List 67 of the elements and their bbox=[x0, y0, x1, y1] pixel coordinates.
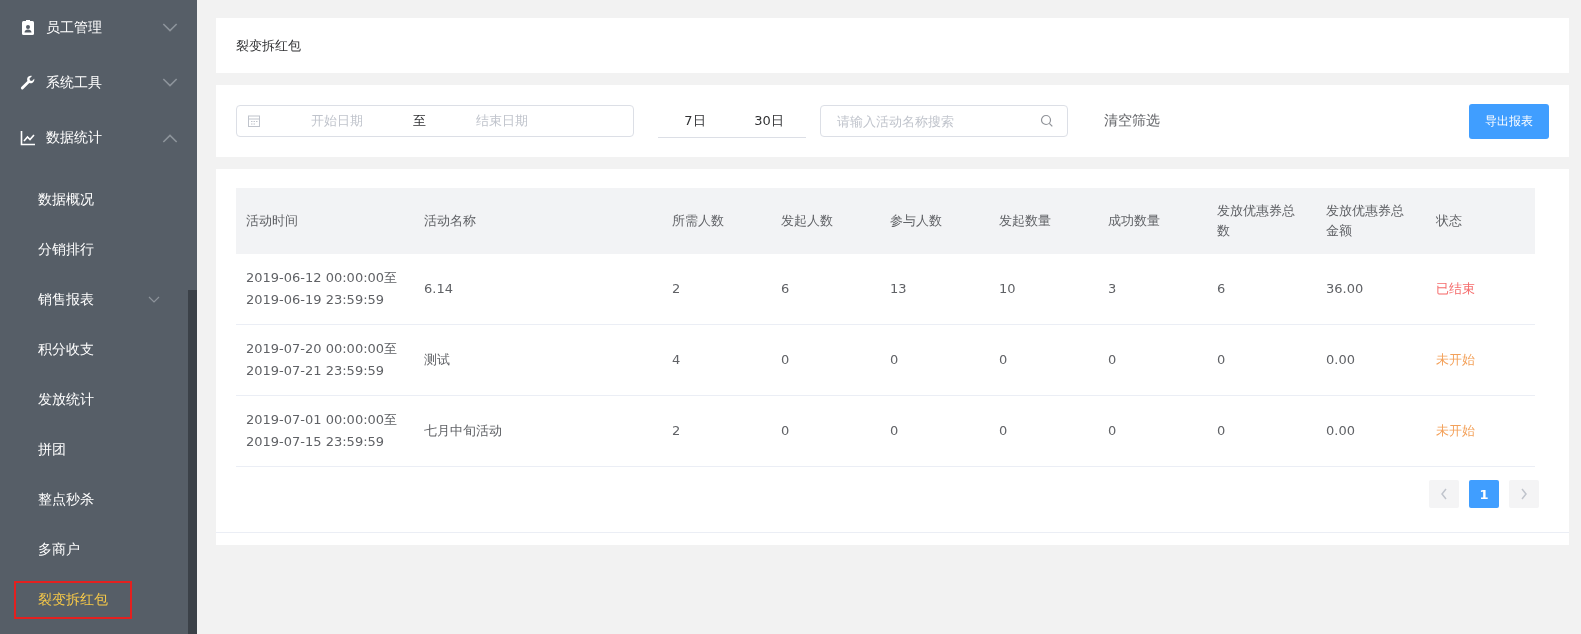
table-cell: 测试 bbox=[414, 324, 662, 396]
column-header: 发放优惠券总金额 bbox=[1316, 188, 1426, 254]
table-cell: 七月中旬活动 bbox=[414, 395, 662, 467]
table-cell: 2019-07-01 00:00:00至 2019-07-15 23:59:59 bbox=[236, 395, 414, 467]
chevron-right-icon bbox=[1520, 488, 1528, 500]
page-title: 裂变拆红包 bbox=[216, 18, 1569, 73]
chart-icon bbox=[20, 129, 36, 146]
clear-filter-button[interactable]: 清空筛选 bbox=[1104, 112, 1160, 130]
table-cell: 0 bbox=[880, 324, 989, 396]
table-cell: 2019-07-20 00:00:00至 2019-07-21 23:59:59 bbox=[236, 324, 414, 396]
submenu-item[interactable]: 拼团 bbox=[0, 425, 188, 475]
table-cell: 4 bbox=[662, 324, 771, 396]
table-cell: 0.00 bbox=[1316, 395, 1426, 467]
table-cell: 0 bbox=[989, 324, 1098, 396]
table-cell: 6 bbox=[771, 254, 880, 325]
badge-icon bbox=[20, 19, 36, 36]
table-cell: 2019-06-12 00:00:00至 2019-06-19 23:59:59 bbox=[236, 254, 414, 325]
submenu-item[interactable]: 发放统计 bbox=[0, 375, 188, 425]
table-cell: 0 bbox=[771, 324, 880, 396]
wrench-icon bbox=[20, 74, 36, 91]
table-cell: 13 bbox=[880, 254, 989, 325]
column-header: 所需人数 bbox=[662, 188, 771, 254]
submenu-item[interactable]: 分销排行 bbox=[0, 225, 188, 275]
table-cell: 0 bbox=[880, 395, 989, 467]
column-header: 活动时间 bbox=[236, 188, 414, 254]
status-text: 未开始 bbox=[1426, 324, 1535, 396]
quick-range-button[interactable]: 30日 bbox=[732, 110, 806, 131]
submenu-item[interactable]: 多商户 bbox=[0, 525, 188, 575]
submenu-item[interactable]: 数据概况 bbox=[0, 175, 188, 225]
chevron-icon bbox=[148, 296, 160, 304]
date-range-field[interactable]: 开始日期 至 结束日期 bbox=[236, 105, 634, 137]
status-text: 已结束 bbox=[1426, 254, 1535, 325]
table-cell: 0.00 bbox=[1316, 324, 1426, 396]
column-header: 状态 bbox=[1426, 188, 1535, 254]
column-header: 发起人数 bbox=[771, 188, 880, 254]
menu-item[interactable]: 员工管理 bbox=[0, 0, 188, 55]
table-cell: 2 bbox=[662, 254, 771, 325]
table-cell: 0 bbox=[771, 395, 880, 467]
calendar-icon bbox=[247, 114, 261, 128]
table-cell: 6.14 bbox=[414, 254, 662, 325]
status-text: 未开始 bbox=[1426, 395, 1535, 467]
search-field[interactable]: 请输入活动名称搜索 bbox=[820, 105, 1068, 137]
table-cell: 0 bbox=[1207, 324, 1316, 396]
column-header: 成功数量 bbox=[1098, 188, 1207, 254]
table-cell: 6 bbox=[1207, 254, 1316, 325]
submenu-item[interactable]: 裂变拆红包 bbox=[0, 575, 188, 625]
submenu-item[interactable]: 积分收支 bbox=[0, 325, 188, 375]
chevron-left-icon bbox=[1440, 488, 1448, 500]
menu-item[interactable]: 系统工具 bbox=[0, 55, 188, 110]
table-cell: 36.00 bbox=[1316, 254, 1426, 325]
column-header: 发起数量 bbox=[989, 188, 1098, 254]
scrollbar[interactable] bbox=[188, 290, 197, 634]
search-icon bbox=[1040, 114, 1054, 128]
column-header: 参与人数 bbox=[880, 188, 989, 254]
table-cell: 3 bbox=[1098, 254, 1207, 325]
table-cell: 0 bbox=[1098, 395, 1207, 467]
menu-item[interactable]: 数据统计 bbox=[0, 110, 188, 165]
quick-range-button[interactable]: 7日 bbox=[658, 110, 732, 131]
submenu-item[interactable]: 整点秒杀 bbox=[0, 475, 188, 525]
table-cell: 2 bbox=[662, 395, 771, 467]
column-header: 活动名称 bbox=[414, 188, 662, 254]
submenu-item[interactable]: 销售报表 bbox=[0, 275, 188, 325]
table-cell: 0 bbox=[1098, 324, 1207, 396]
table-cell: 10 bbox=[989, 254, 1098, 325]
table-cell: 0 bbox=[1207, 395, 1316, 467]
table-cell: 0 bbox=[989, 395, 1098, 467]
column-header: 发放优惠券总数 bbox=[1207, 188, 1316, 254]
